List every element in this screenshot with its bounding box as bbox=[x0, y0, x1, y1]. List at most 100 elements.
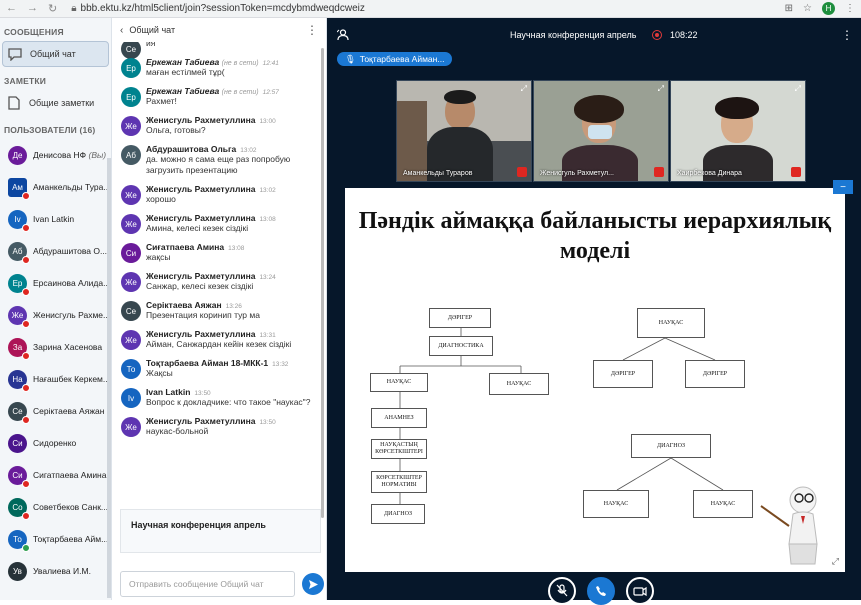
chat-avatar: Си bbox=[121, 243, 141, 263]
chat-text: ия bbox=[146, 42, 156, 48]
user-list-panel: СООБЩЕНИЯ Общий чат ЗАМЕТКИ Общие заметк… bbox=[0, 18, 112, 600]
chat-avatar: Ер bbox=[121, 58, 141, 78]
poll-title: Научная конференция апрель bbox=[131, 520, 266, 530]
send-button[interactable] bbox=[302, 573, 324, 595]
translate-icon[interactable]: ⊞ bbox=[785, 3, 793, 14]
user-avatar: Ам bbox=[8, 177, 30, 200]
video-tile-1[interactable]: ⤢ Аманкельды Тураров bbox=[396, 80, 532, 182]
video-name-3: Хаирбекова Динара bbox=[677, 170, 742, 177]
user-list-toggle-icon[interactable] bbox=[336, 29, 350, 44]
notes-icon bbox=[5, 94, 23, 112]
mute-button[interactable] bbox=[548, 577, 576, 605]
address-bar[interactable]: bbb.ektu.kz/html5client/join?sessionToke… bbox=[81, 3, 365, 14]
user-name-text: Аманкельды Тура... bbox=[33, 182, 111, 192]
camera-button[interactable] bbox=[626, 577, 654, 605]
camera-icon bbox=[633, 586, 647, 596]
user-initials: Ам bbox=[12, 182, 23, 192]
user-mic-status-icon bbox=[22, 511, 30, 520]
user-initials: Iv bbox=[14, 214, 21, 224]
node-diagnostics: ДИАГНОСТИКА bbox=[429, 336, 493, 356]
expand-icon[interactable]: ⤢ bbox=[658, 84, 664, 94]
user-row[interactable]: Ув Увалиева И.М. bbox=[0, 555, 111, 587]
chat-text: Санжар, келесі кезек сіздікі bbox=[146, 281, 254, 291]
chat-message-input[interactable]: Отправить сообщение Общий чат bbox=[120, 571, 295, 597]
chat-text: жақсы bbox=[146, 252, 171, 262]
user-row[interactable]: Же Женисгуль Рахме... bbox=[0, 299, 111, 331]
public-chat-label: Общий чат bbox=[30, 49, 76, 59]
expand-icon[interactable]: ⤢ bbox=[795, 84, 801, 94]
muted-mic-icon bbox=[654, 167, 664, 177]
user-row[interactable]: Ам Аманкельды Тура... bbox=[0, 171, 111, 203]
user-row[interactable]: Со Советбеков Санк... bbox=[0, 491, 111, 523]
user-name: Аманкельды Тура... bbox=[33, 182, 111, 192]
microphone-off-icon bbox=[556, 584, 568, 597]
user-initials: Ер bbox=[12, 278, 23, 288]
user-row[interactable]: Ер Ерсаинова Алида... bbox=[0, 267, 111, 299]
user-initials: За bbox=[12, 342, 23, 352]
public-chat-item[interactable]: Общий чат bbox=[2, 41, 109, 67]
audio-button[interactable] bbox=[587, 577, 615, 605]
video-tile-3[interactable]: ⤢ Хаирбекова Динара bbox=[670, 80, 806, 182]
user-avatar: Си bbox=[8, 433, 27, 453]
users-heading: ПОЛЬЗОВАТЕЛИ (16) bbox=[4, 125, 96, 135]
user-row[interactable]: Се Серіктаева Аяжан bbox=[0, 395, 111, 427]
fullscreen-icon[interactable]: ⤢ bbox=[832, 556, 839, 567]
user-row[interactable]: Си Сигатпаева Амина bbox=[0, 459, 111, 491]
chevron-left-icon[interactable]: ‹ bbox=[120, 25, 123, 36]
chat-avatar: Аб bbox=[121, 145, 141, 165]
chat-avatar: Же bbox=[121, 417, 141, 437]
chat-sender: Женисгуль Рахметуллина 13:24 bbox=[146, 271, 319, 281]
chat-timestamp: 13:24 bbox=[259, 274, 276, 281]
chat-avatar: Же bbox=[121, 214, 141, 234]
user-name: Ivan Latkin bbox=[33, 214, 111, 224]
chat-sender-name: Женисгуль Рахметуллина bbox=[146, 416, 256, 426]
video-tile-2[interactable]: ⤢ Женисгуль Рахметул... bbox=[533, 80, 669, 182]
meeting-top-bar: Научная конференция апрель 108:22 ⋮ bbox=[327, 18, 861, 54]
options-menu-icon[interactable]: ⋮ bbox=[841, 28, 853, 42]
user-initials: Си bbox=[12, 470, 23, 480]
reload-icon[interactable]: ↻ bbox=[48, 2, 57, 15]
lock-icon: 🔒︎ bbox=[71, 3, 77, 14]
chat-avatar: Iv bbox=[121, 388, 141, 408]
expand-icon[interactable]: ⤢ bbox=[521, 84, 527, 94]
user-mic-status-icon bbox=[22, 319, 30, 328]
back-arrow-icon[interactable]: ← bbox=[6, 2, 17, 15]
user-mic-status-icon bbox=[22, 415, 30, 424]
user-list-scrollbar[interactable] bbox=[107, 158, 111, 598]
user-row[interactable]: Си Сидоренко bbox=[0, 427, 111, 459]
browser-menu-icon[interactable]: ⋮ bbox=[845, 3, 855, 14]
main-meeting-area: Научная конференция апрель 108:22 ⋮ 🎙︎ Т… bbox=[327, 18, 861, 605]
record-icon[interactable] bbox=[652, 30, 662, 40]
chat-scrollbar[interactable] bbox=[321, 48, 324, 518]
user-mic-status-icon bbox=[22, 223, 30, 232]
chat-message: Ер Еркежан Табиева (не в сети) 12:41 маған … bbox=[112, 57, 325, 78]
user-name: Нағашбек Керкем... bbox=[33, 374, 111, 384]
node-patient-top: НАУҚАС bbox=[637, 308, 705, 338]
user-name-text: Сигатпаева Амина bbox=[33, 470, 107, 480]
user-row[interactable]: Аб Абдурашитова О... bbox=[0, 235, 111, 267]
chat-sender: Ivan Latkin 13:50 bbox=[146, 387, 319, 397]
chat-sender-name: Женисгуль Рахметуллина bbox=[146, 329, 256, 339]
muted-mic-icon bbox=[791, 167, 801, 177]
user-avatar: Со bbox=[8, 497, 30, 520]
user-row[interactable]: Де Денисова НФ (Вы) bbox=[0, 139, 111, 171]
chat-timestamp: 13:31 bbox=[259, 332, 276, 339]
chat-sender: Сиғатпаева Амина 13:08 bbox=[146, 242, 319, 252]
minimize-presentation-button[interactable]: − bbox=[833, 180, 853, 194]
user-row[interactable]: Iv Ivan Latkin bbox=[0, 203, 111, 235]
user-row[interactable]: То Тоқтарбаева Айм... bbox=[0, 523, 111, 555]
star-icon[interactable]: ☆ bbox=[803, 3, 812, 14]
user-initials: На bbox=[12, 374, 23, 384]
shared-notes-item[interactable]: Общие заметки bbox=[2, 90, 109, 116]
user-row[interactable]: На Нағашбек Керкем... bbox=[0, 363, 111, 395]
user-initials: Ув bbox=[13, 566, 22, 576]
user-row[interactable]: За Зарина Хасенова bbox=[0, 331, 111, 363]
chat-title[interactable]: Общий чат bbox=[129, 25, 175, 35]
node-patient-c2: НАУҚАС bbox=[693, 490, 753, 518]
user-initials: Же bbox=[11, 310, 24, 320]
forward-arrow-icon[interactable]: → bbox=[27, 2, 38, 15]
profile-avatar[interactable]: Н bbox=[822, 2, 835, 15]
chat-options-icon[interactable]: ⋮ bbox=[306, 23, 318, 37]
chat-input-placeholder: Отправить сообщение Общий чат bbox=[129, 579, 264, 589]
user-name: Увалиева И.М. bbox=[33, 566, 111, 576]
